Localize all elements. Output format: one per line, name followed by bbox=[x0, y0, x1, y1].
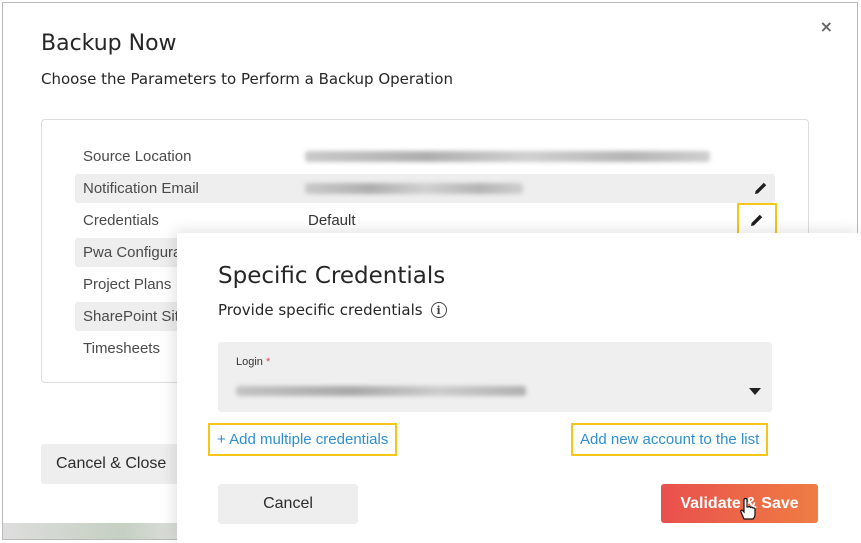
specific-credentials-panel: Specific Credentials Provide specific cr… bbox=[177, 233, 861, 543]
param-label: Project Plans bbox=[83, 276, 172, 293]
dialog-title: Backup Now bbox=[41, 31, 177, 56]
add-multiple-credentials-link[interactable]: + Add multiple credentials bbox=[208, 423, 398, 456]
cancel-button[interactable]: Cancel bbox=[218, 484, 358, 524]
background-strip bbox=[3, 523, 203, 539]
credentials-subtitle: Provide specific credentials i bbox=[218, 301, 447, 319]
dialog-subtitle: Choose the Parameters to Perform a Backu… bbox=[41, 70, 453, 88]
login-label: Login * bbox=[236, 356, 270, 368]
credentials-title: Specific Credentials bbox=[218, 263, 446, 289]
add-new-account-link[interactable]: Add new account to the list bbox=[571, 423, 769, 456]
credentials-value: Default bbox=[308, 212, 356, 229]
redacted-value bbox=[305, 183, 523, 194]
close-icon[interactable]: × bbox=[820, 19, 833, 35]
param-row-credentials: Credentials Default bbox=[75, 206, 775, 235]
info-icon[interactable]: i bbox=[430, 302, 447, 318]
param-row-notification-email: Notification Email bbox=[75, 174, 775, 203]
redacted-login bbox=[236, 386, 526, 396]
hand-pointer-icon bbox=[740, 497, 756, 520]
param-label: Notification Email bbox=[83, 180, 199, 197]
login-label-text: Login bbox=[236, 356, 263, 368]
edit-notification-email-button[interactable] bbox=[747, 174, 775, 202]
param-label: Source Location bbox=[83, 148, 192, 165]
pencil-icon bbox=[755, 182, 767, 194]
redacted-value bbox=[305, 151, 710, 162]
caret-down-icon[interactable] bbox=[749, 388, 761, 395]
param-label: Timesheets bbox=[83, 340, 160, 357]
param-row-source-location: Source Location bbox=[75, 142, 775, 171]
credentials-subtitle-text: Provide specific credentials bbox=[218, 301, 423, 319]
pencil-icon bbox=[751, 214, 763, 226]
required-mark: * bbox=[265, 356, 271, 368]
param-label: Credentials bbox=[83, 212, 159, 229]
edit-credentials-button[interactable] bbox=[737, 203, 777, 236]
login-select[interactable]: Login * bbox=[218, 342, 772, 412]
